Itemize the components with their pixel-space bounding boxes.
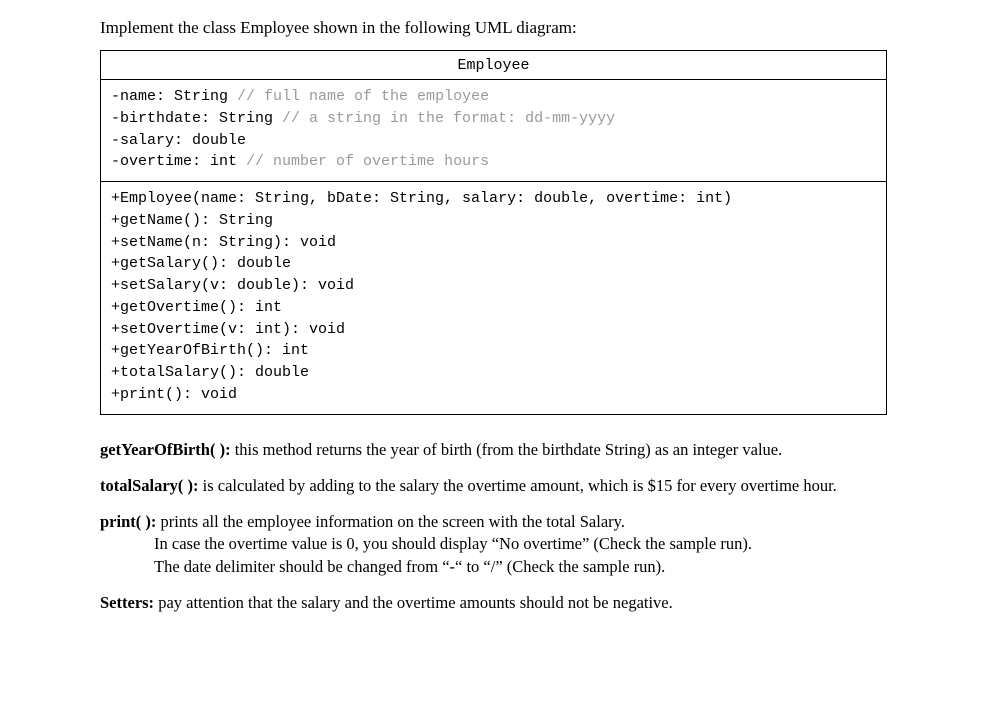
uml-method: +getName(): String xyxy=(111,210,876,232)
uml-method: +print(): void xyxy=(111,384,876,406)
uml-attribute: -birthdate: String // a string in the fo… xyxy=(111,108,876,130)
uml-method: +setName(n: String): void xyxy=(111,232,876,254)
uml-attributes: -name: String // full name of the employ… xyxy=(101,80,886,181)
uml-method: +Employee(name: String, bDate: String, s… xyxy=(111,188,876,210)
description-print: print( ): prints all the employee inform… xyxy=(100,511,887,578)
uml-attribute: -name: String // full name of the employ… xyxy=(111,86,876,108)
intro-text: Implement the class Employee shown in th… xyxy=(100,18,887,38)
method-text-line: In case the overtime value is 0, you sho… xyxy=(154,534,752,553)
uml-title: Employee xyxy=(101,51,886,80)
page-container: Implement the class Employee shown in th… xyxy=(0,0,987,720)
method-text-line: The date delimiter should be changed fro… xyxy=(154,557,665,576)
uml-method: +setOvertime(v: int): void xyxy=(111,319,876,341)
description-totalsalary: totalSalary( ): is calculated by adding … xyxy=(100,475,887,497)
uml-method: +totalSalary(): double xyxy=(111,362,876,384)
uml-attribute: -overtime: int // number of overtime hou… xyxy=(111,151,876,173)
uml-attribute: -salary: double xyxy=(111,130,876,152)
method-text: this method returns the year of birth (f… xyxy=(231,440,783,459)
method-name: getYearOfBirth( ): xyxy=(100,440,231,459)
method-name: Setters: xyxy=(100,593,154,612)
uml-method: +getSalary(): double xyxy=(111,253,876,275)
method-text: is calculated by adding to the salary th… xyxy=(199,476,837,495)
uml-methods: +Employee(name: String, bDate: String, s… xyxy=(101,182,886,414)
description-setters: Setters: pay attention that the salary a… xyxy=(100,592,887,614)
method-name: totalSalary( ): xyxy=(100,476,199,495)
uml-diagram: Employee -name: String // full name of t… xyxy=(100,50,887,415)
uml-method: +setSalary(v: double): void xyxy=(111,275,876,297)
uml-method: +getOvertime(): int xyxy=(111,297,876,319)
description-getyearofbirth: getYearOfBirth( ): this method returns t… xyxy=(100,439,887,461)
method-text: prints all the employee information on t… xyxy=(156,512,625,531)
method-text: pay attention that the salary and the ov… xyxy=(154,593,673,612)
method-name: print( ): xyxy=(100,512,156,531)
uml-method: +getYearOfBirth(): int xyxy=(111,340,876,362)
